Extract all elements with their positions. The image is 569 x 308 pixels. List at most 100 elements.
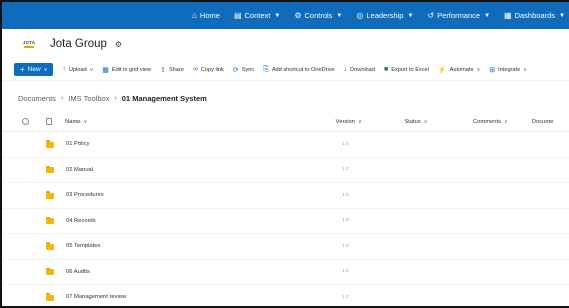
top-navigation: ⌂ Home ▤ Context ▼ ⚙ Controls ▼ ◎ Leader… (2, 2, 569, 29)
chevron-down-icon: ▼ (274, 12, 281, 19)
breadcrumb-documents[interactable]: Documents (18, 94, 56, 103)
site-settings-icon[interactable]: ⚙ (115, 40, 122, 49)
status-header-label: Status (404, 118, 421, 125)
row-name[interactable]: 06 Audits (63, 269, 342, 275)
integrate-button[interactable]: ⊞ Integrate ∨ (489, 66, 527, 74)
new-button[interactable]: + New ∨ (14, 63, 54, 76)
table-row[interactable]: 07 Management review 1.0 (2, 285, 569, 306)
add-shortcut-label: Add shortcut to OneDrive (271, 66, 335, 73)
nav-home-label: Home (199, 11, 220, 20)
logo-bar (24, 46, 34, 48)
folder-icon-cell (36, 191, 63, 199)
copy-link-button[interactable]: ∞ Copy link (193, 66, 224, 73)
breadcrumb-ims-toolbox[interactable]: IMS Toolbox (68, 94, 109, 103)
row-version: 1.0 (342, 192, 349, 198)
logo-text: JOTA (22, 40, 36, 45)
sync-icon: ⟳ (232, 66, 239, 74)
folder-icon-cell (36, 267, 63, 276)
download-label: Download (350, 66, 376, 73)
row-name[interactable]: 01 Policy (63, 141, 342, 147)
column-status-header[interactable]: Status ∨ (404, 119, 473, 125)
excel-icon: ■ (384, 66, 389, 73)
document-library-table: Name ∨ Version ∨ Status ∨ Comments ∨ Docume … (2, 112, 569, 306)
chevron-down-icon: ∨ (358, 119, 362, 125)
nav-performance-label: Performance (437, 11, 481, 20)
nav-context[interactable]: ▤ Context ▼ (234, 11, 280, 20)
folder-icon (45, 216, 54, 225)
column-comments-header[interactable]: Comments ∨ (473, 119, 532, 125)
chevron-right-icon: › (60, 95, 64, 102)
context-icon: ▤ (233, 11, 242, 20)
chevron-down-icon: ∨ (89, 66, 94, 73)
plus-icon: + (20, 65, 25, 74)
nav-leadership-label: Leadership (366, 11, 404, 20)
table-row[interactable]: 03 Procedures 1.0 (2, 183, 569, 209)
performance-icon: ↺ (427, 11, 435, 20)
column-version-header[interactable]: Version ∨ (336, 119, 405, 125)
folder-icon-cell (36, 242, 63, 250)
nav-home[interactable]: ⌂ Home (192, 11, 220, 20)
table-header: Name ∨ Version ∨ Status ∨ Comments ∨ Docume (2, 112, 569, 132)
copy-link-label: Copy link (200, 66, 224, 73)
nav-dashboards-label: Dashboards (514, 11, 556, 20)
automate-button[interactable]: ⚡ Automate ∨ (438, 66, 480, 74)
download-icon: ↓ (343, 66, 348, 73)
upload-button[interactable]: ↑ Upload ∨ (62, 66, 93, 73)
chevron-down-icon: ∨ (423, 119, 428, 125)
row-version: 1.0 (342, 294, 349, 300)
export-excel-button[interactable]: ■ Export to Excel (384, 66, 429, 73)
nav-context-label: Context (244, 11, 271, 20)
chevron-right-icon: › (114, 95, 117, 102)
share-label: Share (168, 66, 184, 73)
folder-icon-cell (36, 165, 63, 174)
automate-icon: ⚡ (437, 66, 447, 74)
edit-grid-label: Edit in grid view (111, 66, 152, 73)
row-name[interactable]: 05 Templates (63, 243, 342, 249)
row-name[interactable]: 02 Manual (63, 167, 342, 173)
table-row[interactable]: 05 Templates 1.0 (2, 234, 569, 260)
site-logo[interactable]: JOTA (20, 38, 38, 50)
site-header: JOTA Jota Group ⚙ (2, 29, 569, 59)
download-button[interactable]: ↓ Download (344, 66, 375, 73)
chevron-down-icon: ∨ (523, 66, 527, 73)
folder-icon-cell (36, 293, 63, 301)
folder-icon (45, 267, 54, 276)
folder-icon (45, 165, 54, 174)
edit-grid-button[interactable]: ▦ Edit in grid view (102, 66, 151, 74)
folder-icon (45, 140, 54, 148)
integrate-label: Integrate (498, 66, 521, 73)
export-excel-label: Export to Excel (391, 66, 429, 73)
grid-icon: ▦ (102, 66, 109, 74)
chevron-down-icon: ∨ (43, 66, 48, 73)
chevron-down-icon: ▼ (559, 12, 565, 19)
nav-performance[interactable]: ↺ Performance ▼ (427, 11, 490, 20)
row-name[interactable]: 03 Procedures (63, 192, 342, 198)
row-name[interactable]: 04 Records (63, 218, 342, 224)
folder-icon-cell (36, 216, 63, 225)
nav-controls[interactable]: ⚙ Controls ▼ (294, 11, 342, 20)
table-row[interactable]: 06 Audits 1.0 (2, 260, 569, 285)
share-button[interactable]: ⇪ Share (160, 66, 184, 74)
column-name-header[interactable]: Name ∨ (62, 119, 336, 125)
folder-icon-cell (36, 140, 63, 148)
document-icon (45, 118, 52, 125)
table-row[interactable]: 01 Policy 1.0 (2, 132, 569, 158)
nav-leadership[interactable]: ◎ Leadership ▼ (356, 11, 413, 20)
select-all-checkbox[interactable] (15, 118, 36, 125)
breadcrumb-current: 01 Management System (121, 94, 207, 103)
document-header-label: Docume (531, 118, 554, 125)
chevron-down-icon: ∨ (503, 119, 508, 125)
nav-dashboards[interactable]: ▦ Dashboards ▼ (504, 11, 565, 20)
folder-icon (45, 293, 54, 301)
home-icon: ⌂ (192, 11, 197, 20)
add-shortcut-button[interactable]: ⎘ Add shortcut to OneDrive (263, 66, 334, 74)
table-row[interactable]: 02 Manual 1.0 (2, 158, 569, 183)
controls-icon: ⚙ (294, 11, 302, 20)
row-name[interactable]: 07 Management review (63, 294, 342, 300)
sync-button[interactable]: ⟳ Sync (233, 66, 254, 74)
folder-icon (45, 191, 54, 199)
file-type-header[interactable] (36, 118, 62, 125)
site-title[interactable]: Jota Group (50, 38, 107, 50)
table-row[interactable]: 04 Records 1.0 (2, 209, 569, 234)
column-document-header[interactable]: Docume (532, 119, 569, 125)
